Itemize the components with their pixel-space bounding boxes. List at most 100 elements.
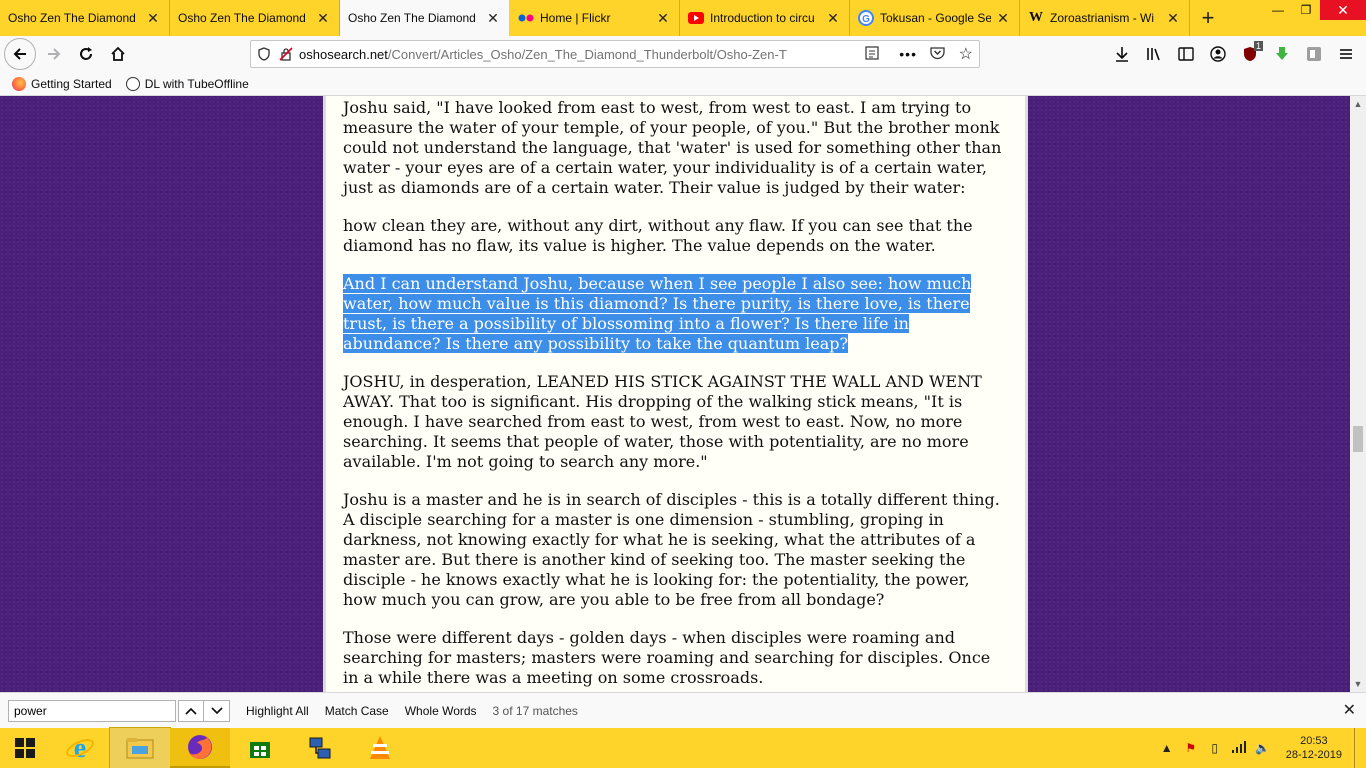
tab-youtube[interactable]: Introduction to circu ✕	[680, 0, 850, 36]
page-actions-icon[interactable]: •••	[899, 46, 917, 62]
find-input[interactable]	[8, 699, 176, 722]
svg-text:G: G	[862, 14, 870, 25]
vertical-scrollbar[interactable]: ▲ ▼	[1350, 96, 1366, 692]
clock[interactable]: 20:53 28-12-2019	[1286, 734, 1342, 762]
restore-icon[interactable]: ❐	[1292, 0, 1320, 20]
globe-icon	[125, 76, 140, 91]
download-helper-icon[interactable]	[1268, 40, 1296, 68]
close-icon[interactable]: ✕	[825, 10, 841, 26]
tab-title: Osho Zen The Diamond	[178, 11, 306, 25]
tab-title: Osho Zen The Diamond	[348, 11, 476, 25]
minimize-icon[interactable]: —	[1264, 0, 1292, 20]
forward-icon[interactable]	[38, 38, 70, 70]
close-icon[interactable]: ✕	[485, 10, 501, 26]
close-icon[interactable]: ✕	[1165, 10, 1181, 26]
menu-icon[interactable]	[1332, 40, 1360, 68]
reader-view-icon[interactable]	[865, 45, 879, 63]
article-paragraph: JOSHU, in desperation, LEANED HIS STICK …	[343, 372, 982, 471]
whole-words-toggle[interactable]: Whole Words	[405, 704, 477, 718]
bookmark-dl-tubeoffline[interactable]: DL with TubeOffline	[125, 76, 249, 91]
network-signal-icon[interactable]	[1230, 740, 1248, 756]
tab-osho-3-active[interactable]: Osho Zen The Diamond ✕	[340, 0, 510, 36]
close-icon[interactable]: ✕	[655, 10, 671, 26]
article-paragraph: Those were different days - golden days …	[343, 628, 991, 687]
pocket-icon[interactable]	[930, 46, 945, 63]
tab-title: Tokusan - Google Se	[880, 11, 991, 25]
internet-explorer-icon[interactable]: e	[50, 728, 110, 768]
volume-icon[interactable]: 🔈	[1254, 741, 1272, 755]
clock-date: 28-12-2019	[1285, 749, 1342, 761]
window-controls: — ❐ ✕	[1264, 0, 1366, 36]
ublock-origin-icon[interactable]: 1	[1236, 40, 1264, 68]
library-icon[interactable]	[1140, 40, 1168, 68]
home-icon[interactable]	[102, 38, 134, 70]
bookmark-label: DL with TubeOffline	[144, 76, 249, 91]
firefox-icon	[12, 76, 26, 91]
scroll-down-icon[interactable]: ▼	[1350, 676, 1366, 692]
sidebar-icon[interactable]	[1172, 40, 1200, 68]
tab-wikipedia[interactable]: W Zoroastrianism - Wi ✕	[1020, 0, 1190, 36]
find-next-button[interactable]	[204, 699, 230, 722]
reload-icon[interactable]	[70, 38, 102, 70]
url-path: /Convert/Articles_Osho/Zen_The_Diamond_T…	[387, 46, 787, 62]
tab-title: Home | Flickr	[540, 11, 611, 25]
close-icon[interactable]: ✕	[145, 10, 161, 26]
find-match-status: 3 of 17 matches	[492, 703, 578, 718]
firefox-icon[interactable]	[170, 728, 230, 768]
tab-google[interactable]: G Tokusan - Google Se ✕	[850, 0, 1020, 36]
tab-osho-1[interactable]: Osho Zen The Diamond ✕	[0, 0, 170, 36]
download-icon[interactable]	[1108, 40, 1136, 68]
selected-text: And I can understand Joshu, because when…	[343, 274, 972, 353]
info-icon[interactable]	[257, 47, 275, 61]
navigation-bar: oshosearch.net/Convert/Articles_Osho/Zen…	[0, 36, 1366, 72]
url-bar[interactable]: oshosearch.net/Convert/Articles_Osho/Zen…	[250, 40, 980, 68]
wikipedia-icon: W	[1029, 10, 1043, 25]
tab-title: Introduction to circu	[710, 11, 815, 25]
match-case-toggle[interactable]: Match Case	[325, 704, 389, 718]
show-desktop-button[interactable]	[1354, 728, 1358, 768]
addon-badge: 1	[1253, 41, 1263, 51]
network-tool-icon[interactable]	[290, 728, 350, 768]
tab-flickr[interactable]: Home | Flickr ✕	[510, 0, 680, 36]
system-tray: ▲ ⚑ ▯ 🔈 20:53 28-12-2019	[1158, 728, 1366, 768]
article-paragraph: how clean they are, without any dirt, wi…	[343, 216, 973, 255]
flickr-icon	[518, 10, 534, 26]
clock-time: 20:53	[1300, 735, 1328, 747]
battery-icon[interactable]: ▯	[1206, 741, 1224, 755]
store-icon[interactable]	[230, 728, 290, 768]
close-icon[interactable]: ✕	[1343, 700, 1356, 720]
window-close-icon[interactable]: ✕	[1320, 0, 1366, 20]
new-tab-button[interactable]: +	[1190, 0, 1226, 36]
vlc-icon[interactable]	[350, 728, 410, 768]
close-icon[interactable]: ✕	[995, 10, 1011, 26]
scroll-up-icon[interactable]: ▲	[1350, 96, 1366, 112]
toolbar-icons: 1	[1108, 40, 1360, 68]
bookmark-label: Getting Started	[31, 76, 112, 91]
start-button[interactable]	[0, 728, 50, 768]
find-previous-button[interactable]	[178, 699, 204, 722]
article-body: Joshu said, "I have looked from east to …	[323, 96, 1028, 692]
find-bar: Highlight All Match Case Whole Words 3 o…	[0, 692, 1366, 728]
account-icon[interactable]	[1204, 40, 1232, 68]
file-explorer-icon[interactable]	[109, 727, 171, 768]
url-host: oshosearch.net	[299, 46, 388, 62]
highlight-all-toggle[interactable]: Highlight All	[246, 704, 309, 718]
article-paragraph-selected: And I can understand Joshu, because when…	[343, 274, 1007, 354]
tab-title: Osho Zen The Diamond	[8, 11, 136, 25]
bookmark-getting-started[interactable]: Getting Started	[12, 76, 112, 91]
back-icon[interactable]	[4, 38, 36, 70]
page-content: Joshu said, "I have looked from east to …	[0, 96, 1350, 692]
flag-icon[interactable]: ⚑	[1182, 741, 1200, 755]
google-icon: G	[858, 10, 874, 26]
show-hidden-icons-icon[interactable]: ▲	[1158, 741, 1176, 755]
bookmark-star-icon[interactable]: ☆	[959, 44, 973, 64]
article-paragraph: Joshu is a master and he is in search of…	[343, 490, 1000, 609]
taskbar: e ▲ ⚑ ▯ 🔈 20:53 28-12-2019	[0, 727, 1366, 768]
close-icon[interactable]: ✕	[315, 10, 331, 26]
lock-warning-icon[interactable]	[279, 47, 299, 61]
tab-title: Zoroastrianism - Wi	[1050, 11, 1155, 25]
scrollbar-thumb[interactable]	[1353, 426, 1363, 452]
extension-icon[interactable]	[1300, 40, 1328, 68]
tab-osho-2[interactable]: Osho Zen The Diamond ✕	[170, 0, 340, 36]
svg-text:e: e	[74, 733, 86, 763]
